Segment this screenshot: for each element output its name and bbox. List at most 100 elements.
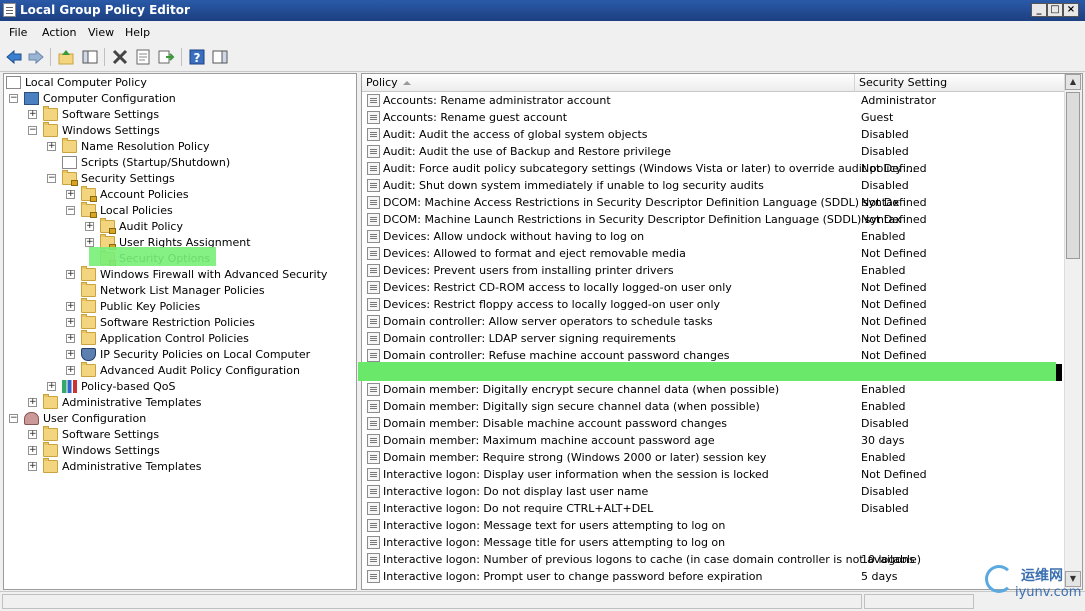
tree-item-software-settings[interactable]: + Software Settings	[4, 426, 354, 443]
table-row[interactable]: Domain controller: Allow server operator…	[362, 313, 1062, 330]
delete-icon[interactable]	[111, 48, 129, 66]
table-row[interactable]: Domain member: Maximum machine account p…	[362, 432, 1062, 449]
help-icon[interactable]: ?	[188, 48, 206, 66]
expand-icon[interactable]: +	[66, 350, 75, 359]
expand-icon[interactable]: +	[85, 222, 94, 231]
table-row[interactable]: Devices: Restrict CD-ROM access to local…	[362, 279, 1062, 296]
tree-item-windows-settings[interactable]: − Windows Settings	[4, 122, 354, 139]
expand-icon[interactable]: +	[47, 382, 56, 391]
collapse-icon[interactable]: −	[9, 414, 18, 423]
expand-icon[interactable]: +	[66, 190, 75, 199]
table-row[interactable]: Audit: Audit the use of Backup and Resto…	[362, 143, 1062, 160]
back-arrow-icon[interactable]	[5, 48, 23, 66]
collapse-icon[interactable]: −	[28, 126, 37, 135]
scrollbar-thumb[interactable]	[1066, 92, 1080, 259]
table-row[interactable]: DCOM: Machine Access Restrictions in Sec…	[362, 194, 1062, 211]
table-row[interactable]: Domain member: Digitally sign secure cha…	[362, 398, 1062, 415]
menu-action[interactable]: Action	[42, 26, 76, 39]
maximize-button[interactable]: □	[1047, 3, 1063, 17]
tree-item-local-policies[interactable]: − Local Policies	[4, 202, 354, 219]
expand-icon[interactable]: +	[66, 366, 75, 375]
policy-setting-icon	[367, 502, 380, 515]
menu-help[interactable]: Help	[125, 26, 150, 39]
expand-icon[interactable]: +	[28, 398, 37, 407]
show-action-pane-icon[interactable]	[211, 48, 229, 66]
close-button[interactable]: ×	[1063, 3, 1079, 17]
policy-name: Devices: Restrict floppy access to local…	[383, 298, 721, 311]
table-row[interactable]: Interactive logon: Number of previous lo…	[362, 551, 1062, 568]
scroll-up-icon[interactable]: ▲	[1065, 74, 1081, 90]
tree-item-label: Windows Firewall with Advanced Security	[100, 268, 328, 281]
security-setting-value: Guest	[861, 111, 894, 124]
tree-item-network-list-manager-policies[interactable]: Network List Manager Policies	[4, 282, 354, 299]
minimize-button[interactable]: _	[1031, 3, 1047, 17]
tree-item-application-control-policies[interactable]: + Application Control Policies	[4, 330, 354, 347]
tree-item-advanced-audit-policy-configuration[interactable]: + Advanced Audit Policy Configuration	[4, 362, 354, 379]
expand-icon[interactable]: +	[28, 430, 37, 439]
vertical-scrollbar[interactable]: ▲ ▼	[1064, 74, 1082, 589]
table-row[interactable]: Interactive logon: Do not display last u…	[362, 483, 1062, 500]
tree-item-audit-policy[interactable]: + Audit Policy	[4, 218, 354, 235]
tree-item-software-settings[interactable]: + Software Settings	[4, 106, 354, 123]
table-row[interactable]: Audit: Force audit policy subcategory se…	[362, 160, 1062, 177]
table-row[interactable]: Interactive logon: Display user informat…	[362, 466, 1062, 483]
table-row[interactable]: Devices: Restrict floppy access to local…	[362, 296, 1062, 313]
table-row[interactable]: Interactive logon: Prompt user to change…	[362, 568, 1062, 585]
tree-item-account-policies[interactable]: + Account Policies	[4, 186, 354, 203]
tree-item-administrative-templates[interactable]: + Administrative Templates	[4, 458, 354, 475]
expand-icon[interactable]: +	[85, 238, 94, 247]
tree-item-ip-security-policies-on-local-computer[interactable]: + IP Security Policies on Local Computer	[4, 347, 354, 363]
collapse-icon[interactable]: −	[47, 174, 56, 183]
forward-arrow-icon[interactable]	[27, 48, 45, 66]
gpedit-app-icon[interactable]	[3, 3, 16, 17]
collapse-icon[interactable]: −	[9, 94, 18, 103]
collapse-icon[interactable]: −	[66, 206, 75, 215]
table-row[interactable]: Domain member: Digitally encrypt secure …	[362, 381, 1062, 398]
folder-icon	[43, 426, 58, 441]
tree-item-security-settings[interactable]: − Security Settings	[4, 170, 354, 187]
tree-item-public-key-policies[interactable]: + Public Key Policies	[4, 298, 354, 315]
expand-icon[interactable]: +	[47, 142, 56, 151]
tree-item-policy-based-qos[interactable]: + Policy-based QoS	[4, 379, 354, 395]
expand-icon[interactable]: +	[66, 318, 75, 327]
tree-item-windows-firewall-with-advanced-security[interactable]: + Windows Firewall with Advanced Security	[4, 266, 354, 283]
tree-item-name-resolution-policy[interactable]: + Name Resolution Policy	[4, 138, 354, 155]
export-list-icon[interactable]	[157, 48, 175, 66]
table-row[interactable]: Interactive logon: Message title for use…	[362, 534, 1062, 551]
table-row[interactable]: Devices: Prevent users from installing p…	[362, 262, 1062, 279]
tree-item-software-restriction-policies[interactable]: + Software Restriction Policies	[4, 314, 354, 331]
table-row[interactable]: Domain controller: LDAP server signing r…	[362, 330, 1062, 347]
table-row[interactable]: Audit: Shut down system immediately if u…	[362, 177, 1062, 194]
tree-item-user-configuration[interactable]: − User Configuration	[4, 411, 354, 427]
table-row[interactable]: Domain member: Disable machine account p…	[362, 415, 1062, 432]
tree-item-scripts-startup-shutdown[interactable]: Scripts (Startup/Shutdown)	[4, 155, 354, 171]
column-header-security-setting[interactable]: Security Setting	[855, 74, 1066, 92]
menu-view[interactable]: View	[88, 26, 114, 39]
menu-file[interactable]: File	[9, 26, 27, 39]
table-row[interactable]: Domain member: Require strong (Windows 2…	[362, 449, 1062, 466]
table-row[interactable]: Accounts: Rename guest account Guest	[362, 109, 1062, 126]
properties-icon[interactable]	[134, 48, 152, 66]
expand-icon[interactable]: +	[28, 446, 37, 455]
tree-item-administrative-templates[interactable]: + Administrative Templates	[4, 394, 354, 411]
table-row[interactable]: Interactive logon: Message text for user…	[362, 517, 1062, 534]
expand-icon[interactable]: +	[28, 462, 37, 471]
expand-icon[interactable]: +	[66, 334, 75, 343]
table-row[interactable]: Audit: Audit the access of global system…	[362, 126, 1062, 143]
tree-item-label: IP Security Policies on Local Computer	[100, 348, 311, 361]
table-row[interactable]: Devices: Allowed to format and eject rem…	[362, 245, 1062, 262]
tree-item-windows-settings[interactable]: + Windows Settings	[4, 442, 354, 459]
expand-icon[interactable]: +	[66, 270, 75, 279]
table-row[interactable]: Interactive logon: Do not require CTRL+A…	[362, 500, 1062, 517]
up-folder-icon[interactable]	[57, 48, 75, 66]
show-hide-console-tree-icon[interactable]	[81, 48, 99, 66]
expand-icon[interactable]: +	[28, 110, 37, 119]
expand-icon[interactable]: +	[66, 302, 75, 311]
column-header-policy[interactable]: Policy	[362, 74, 855, 92]
tree-item-computer-configuration[interactable]: − Computer Configuration	[4, 91, 354, 107]
table-row[interactable]: Accounts: Rename administrator account Ad…	[362, 92, 1062, 109]
table-row[interactable]: DCOM: Machine Launch Restrictions in Sec…	[362, 211, 1062, 228]
tree-item-local-computer-policy[interactable]: Local Computer Policy	[4, 75, 354, 91]
table-row[interactable]: Devices: Allow undock without having to …	[362, 228, 1062, 245]
policy-name: Audit: Shut down system immediately if u…	[383, 179, 764, 192]
